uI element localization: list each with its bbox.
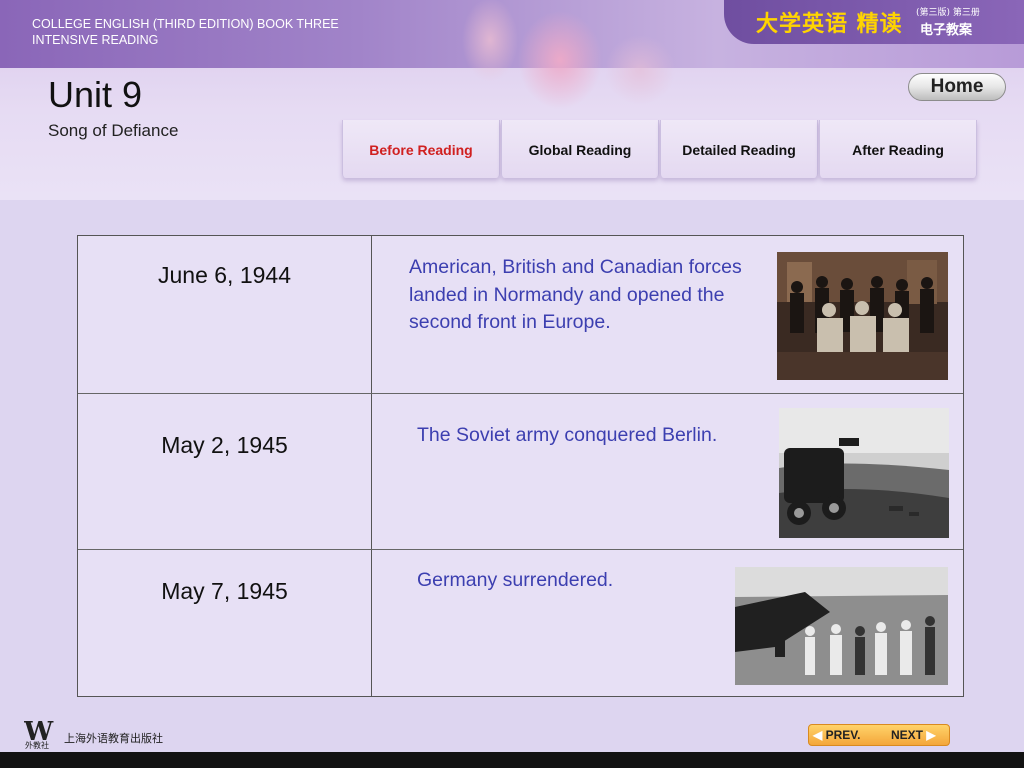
home-button[interactable]: Home [908, 73, 1006, 101]
table-row: June 6, 1944 American, British and Canad… [78, 236, 963, 394]
arrow-right-icon: ▶ [926, 728, 936, 742]
publisher-name: 上海外语教育出版社 [64, 732, 163, 745]
event-description: American, British and Canadian forces la… [409, 256, 742, 333]
timeline-table: June 6, 1944 American, British and Canad… [77, 235, 964, 697]
series-title-line1: COLLEGE ENGLISH (THIRD EDITION) BOOK THR… [32, 17, 339, 31]
table-row: May 7, 1945 Germany surrendered. [78, 550, 963, 696]
next-label: NEXT [891, 728, 924, 742]
photo-conference-icon [777, 252, 948, 380]
brand-title: 大学英语 精读 [756, 12, 903, 37]
tab-detailed-reading[interactable]: Detailed Reading [660, 120, 818, 178]
event-description: The Soviet army conquered Berlin. [417, 424, 718, 446]
tab-before-reading[interactable]: Before Reading [342, 120, 500, 178]
brand-box: 大学英语 精读 (第三版) 第三册 电子教案 [724, 0, 1024, 44]
event-date: May 7, 1945 [161, 578, 288, 604]
footer-band [0, 752, 1024, 768]
brand-subtitle: 电子教案 [920, 23, 973, 38]
event-date: June 6, 1944 [157, 262, 291, 288]
arrow-left-icon: ◀ [813, 728, 823, 742]
photo-wreckage-icon [735, 567, 948, 685]
table-row: May 2, 1945 The Soviet army conquered Be… [78, 394, 963, 550]
prev-button[interactable]: ◀ PREV. [813, 725, 861, 745]
event-description: Germany surrendered. [417, 569, 614, 591]
brand-edition: (第三版) 第三册 [916, 8, 980, 18]
next-button[interactable]: NEXT ▶ [891, 725, 936, 745]
prev-label: PREV. [825, 728, 861, 742]
photo-battlefield-icon [779, 408, 949, 538]
unit-title: Unit 9 [48, 74, 143, 115]
series-title: COLLEGE ENGLISH (THIRD EDITION) BOOK THR… [32, 16, 339, 48]
tab-global-reading[interactable]: Global Reading [501, 120, 659, 178]
series-title-line2: INTENSIVE READING [32, 33, 159, 47]
unit-subtitle: Song of Defiance [48, 121, 179, 140]
page-navigation: ◀ PREV. NEXT ▶ [808, 724, 950, 746]
event-date: May 2, 1945 [161, 432, 288, 458]
publisher-logo-subtext: 外教社 [25, 741, 49, 750]
tab-after-reading[interactable]: After Reading [819, 120, 977, 178]
